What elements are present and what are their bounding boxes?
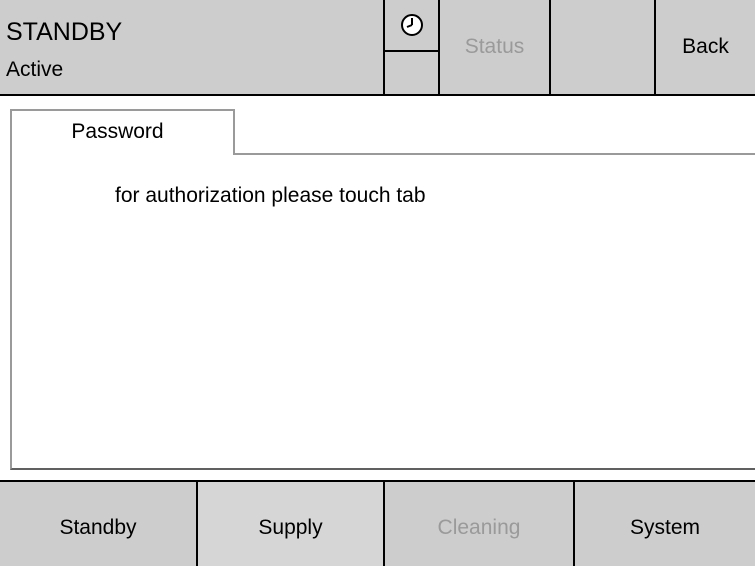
authorization-message: for authorization please touch tab — [115, 184, 426, 207]
clock-button[interactable] — [385, 0, 440, 94]
back-button[interactable]: Back — [656, 0, 755, 94]
nav-standby-button[interactable]: Standby — [0, 482, 196, 566]
content-area: Password for authorization please touch … — [0, 96, 755, 480]
nav-system-label: System — [629, 516, 700, 539]
nav-supply-button[interactable]: Supply — [198, 482, 383, 566]
nav-cleaning-label: Cleaning — [437, 516, 521, 539]
nav-supply-label: Supply — [258, 516, 323, 539]
nav-cleaning-button[interactable]: Cleaning — [385, 482, 573, 566]
nav-standby-label: Standby — [59, 516, 137, 539]
tab-password-label: Password — [71, 120, 164, 143]
nav-system-button[interactable]: System — [575, 482, 755, 566]
blank-header-button[interactable] — [551, 0, 656, 94]
footer-nav: Standby Supply Cleaning System — [0, 480, 755, 566]
mode-title: STANDBY — [6, 18, 123, 46]
back-button-label: Back — [682, 35, 729, 58]
mode-state: Active — [6, 58, 64, 81]
status-button[interactable]: Status — [440, 0, 551, 94]
clock-icon — [385, 0, 438, 52]
tab-join — [12, 152, 233, 156]
header-bar: STANDBY Active Status Back — [0, 0, 755, 96]
tab-password[interactable]: Password — [10, 109, 235, 153]
status-button-label: Status — [464, 35, 525, 58]
status-display: STANDBY Active — [0, 0, 385, 94]
